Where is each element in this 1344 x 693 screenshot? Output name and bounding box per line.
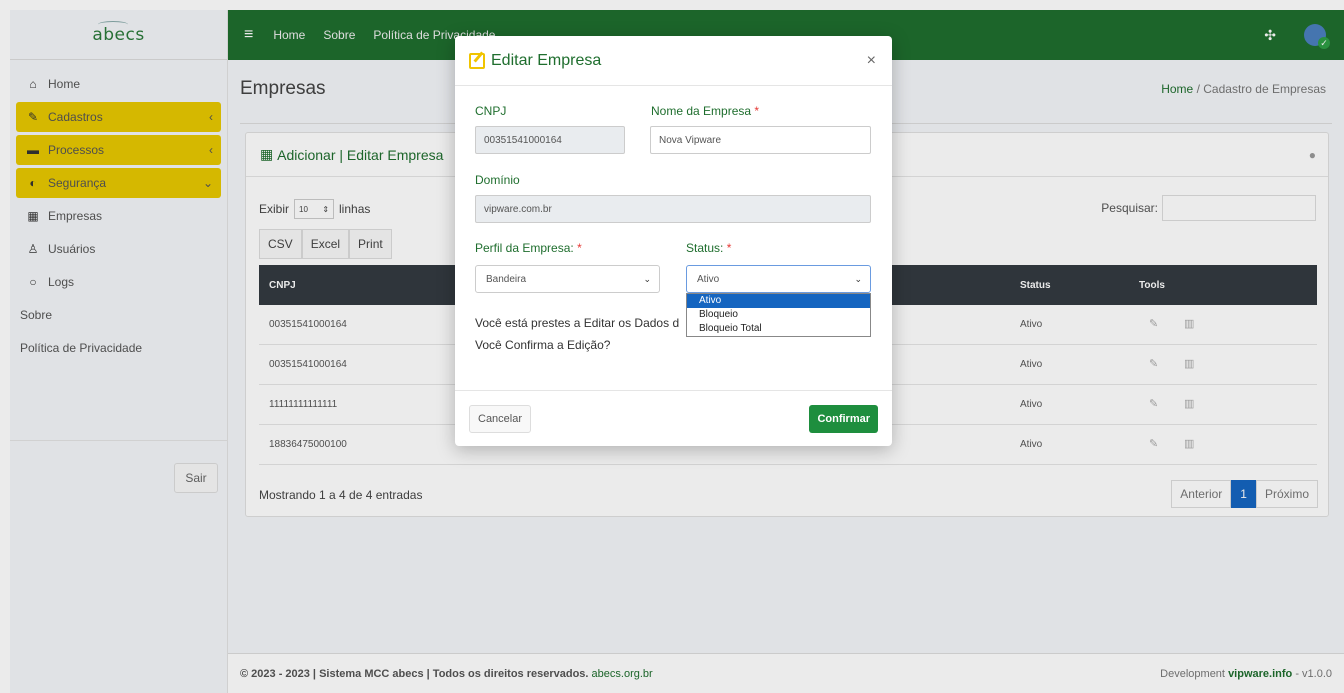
- confirm-message-line2: Você Confirma a Edição?: [475, 338, 611, 352]
- chevron-down-icon: ⌄: [854, 273, 862, 284]
- status-option-bloqueio[interactable]: Bloqueio: [687, 308, 870, 322]
- modal-title: Editar Empresa: [469, 52, 601, 70]
- required-mark: *: [754, 104, 760, 118]
- confirm-button[interactable]: Confirmar: [809, 405, 878, 433]
- status-select[interactable]: Ativo ⌄: [686, 265, 871, 293]
- nome-label: Nome da Empresa *: [651, 104, 759, 118]
- status-dropdown: Ativo Bloqueio Bloqueio Total: [686, 293, 871, 337]
- modal-header: Editar Empresa ×: [455, 36, 892, 86]
- modal-footer-divider: [455, 390, 892, 391]
- status-value: Ativo: [697, 273, 720, 285]
- perfil-select[interactable]: Bandeira ⌄: [475, 265, 660, 293]
- nome-label-text: Nome da Empresa: [651, 104, 752, 118]
- close-icon[interactable]: ×: [867, 52, 876, 70]
- cnpj-label: CNPJ: [475, 104, 507, 118]
- dominio-label: Domínio: [475, 173, 520, 187]
- required-mark: *: [726, 241, 732, 255]
- required-mark: *: [577, 241, 582, 255]
- modal-title-text: Editar Empresa: [491, 51, 602, 69]
- edit-icon: [469, 52, 485, 69]
- status-option-ativo[interactable]: Ativo: [687, 294, 870, 308]
- edit-empresa-modal: Editar Empresa × CNPJ 00351541000164 Nom…: [455, 36, 892, 446]
- confirm-message-line1: Você está prestes a Editar os Dados d: [475, 316, 680, 330]
- chevron-down-icon: ⌄: [643, 273, 651, 284]
- perfil-value: Bandeira: [486, 273, 527, 285]
- nome-field[interactable]: Nova Vipware: [650, 126, 871, 154]
- cancel-button[interactable]: Cancelar: [469, 405, 532, 433]
- perfil-label: Perfil da Empresa: *: [475, 241, 582, 255]
- status-option-bloqueio-total[interactable]: Bloqueio Total: [687, 322, 870, 336]
- cnpj-field[interactable]: 00351541000164: [475, 126, 625, 154]
- status-label-text: Status:: [686, 241, 724, 255]
- dominio-field[interactable]: vipware.com.br: [475, 195, 871, 223]
- status-label: Status: *: [686, 241, 731, 255]
- perfil-label-text: Perfil da Empresa:: [475, 241, 574, 255]
